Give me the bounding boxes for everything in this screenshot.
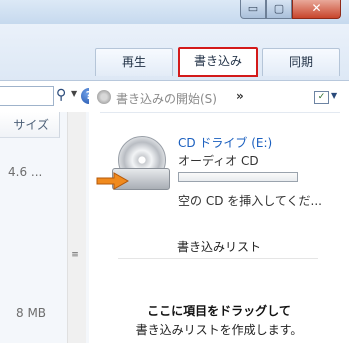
- title-bar: ▭ ▢ ✕: [0, 0, 349, 24]
- drive-hint: 空の CD を挿入してくだ...: [178, 194, 322, 208]
- tab-burn[interactable]: 書き込み: [178, 47, 258, 77]
- tab-play[interactable]: 再生: [95, 48, 173, 76]
- more-commands-button[interactable]: »: [236, 89, 244, 103]
- burn-list-title[interactable]: 書き込みリスト: [89, 238, 349, 255]
- disc-space-bar: [178, 172, 298, 182]
- list-options-icon[interactable]: ✓: [314, 91, 329, 104]
- scrollbar[interactable]: [67, 112, 86, 343]
- size-cell: 4.6 ...: [8, 165, 43, 179]
- size-cell: 8 MB: [16, 306, 47, 320]
- divider: [118, 258, 318, 259]
- burn-start-icon: [97, 90, 111, 104]
- drive-media-type: オーディオ CD: [178, 154, 259, 168]
- maximize-button[interactable]: ▢: [266, 0, 292, 19]
- search-icon[interactable]: ⚲: [56, 87, 72, 105]
- search-input[interactable]: [0, 86, 54, 106]
- column-header-size[interactable]: サイズ: [0, 112, 60, 138]
- close-button[interactable]: ✕: [292, 0, 341, 19]
- list-options-dropdown-icon[interactable]: ▼: [331, 91, 337, 100]
- scrollbar-grip-icon[interactable]: ≡: [70, 250, 80, 260]
- search-dropdown-icon[interactable]: ▼: [71, 89, 77, 98]
- minimize-button[interactable]: ▭: [240, 0, 266, 19]
- tab-sync[interactable]: 同期: [262, 48, 340, 76]
- drop-zone-subtitle: 書き込みリストを作成します。: [135, 323, 303, 337]
- divider: [100, 112, 340, 113]
- insert-arrow-icon: [96, 172, 130, 190]
- drive-name[interactable]: CD ドライブ (E:): [178, 134, 272, 151]
- start-burn-button[interactable]: 書き込みの開始(S): [116, 90, 217, 107]
- drop-zone-title: ここに項目をドラッグして: [147, 304, 291, 318]
